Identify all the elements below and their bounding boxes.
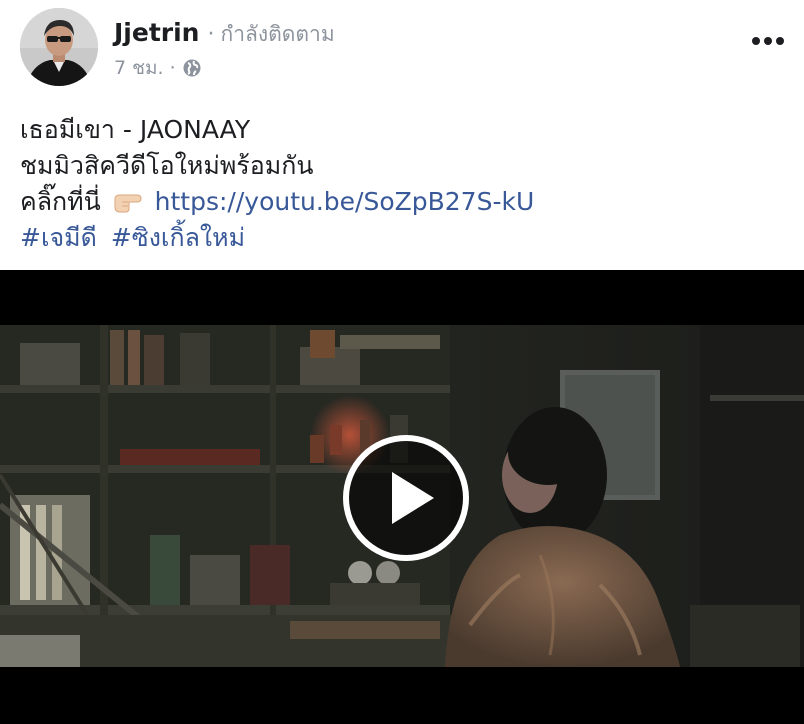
post-text-line: ชมมิวสิควีดีโอใหม่พร้อมกัน: [20, 151, 314, 180]
separator-dot: ·: [207, 22, 215, 47]
video-player[interactable]: [0, 270, 804, 724]
play-icon[interactable]: [342, 434, 470, 562]
youtube-link[interactable]: https://youtu.be/SoZpB27S-kU: [155, 187, 535, 216]
more-horizontal-icon: [752, 37, 760, 45]
author-line: Jjetrin · กำลังติดตาม: [114, 18, 335, 52]
more-horizontal-icon: [764, 37, 772, 45]
post-meta: 7 ชม. ·: [114, 56, 202, 80]
author-name[interactable]: Jjetrin: [114, 18, 199, 47]
post-text-line: คลิ๊กที่นี่ https://youtu.be/SoZpB27S-kU: [20, 184, 790, 220]
follow-status[interactable]: กำลังติดตาม: [220, 18, 334, 51]
globe-icon[interactable]: [182, 58, 202, 78]
post-text-line: เธอมีเขา - JAONAAY: [20, 115, 251, 144]
post-text: เธอมีเขา - JAONAAY ชมมิวสิควีดีโอใหม่พร้…: [20, 112, 790, 256]
post-header: Jjetrin · กำลังติดตาม 7 ชม. ·: [0, 0, 804, 100]
post-timestamp[interactable]: 7 ชม.: [114, 53, 164, 83]
facebook-post: Jjetrin · กำลังติดตาม 7 ชม. · เธอมีเขา -…: [0, 0, 804, 724]
pointing-right-emoji-icon: [114, 194, 142, 213]
more-options-button[interactable]: [748, 26, 788, 56]
more-horizontal-icon: [776, 37, 784, 45]
hashtag-link[interactable]: #เจมีดี: [20, 223, 97, 252]
author-avatar[interactable]: [20, 8, 98, 86]
profile-photo-icon: [20, 8, 98, 86]
separator-dot: ·: [169, 57, 176, 79]
hashtag-link[interactable]: #ซิงเกิ้ลใหม่: [111, 223, 245, 252]
hashtags-line: #เจมีดี #ซิงเกิ้ลใหม่: [20, 220, 790, 256]
click-here-text: คลิ๊กที่นี่: [20, 187, 101, 216]
